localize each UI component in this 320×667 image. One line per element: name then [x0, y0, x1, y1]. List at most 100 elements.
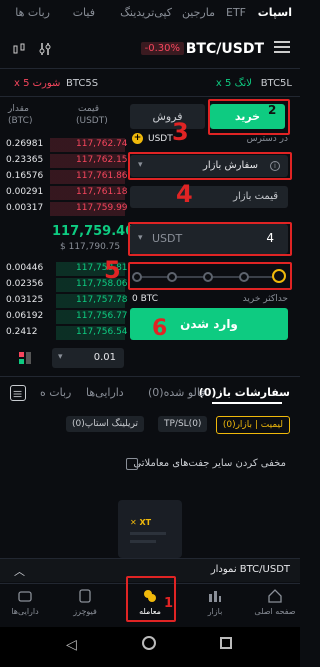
annotation-box-order-type [128, 152, 292, 180]
annotation-number: 3 [172, 118, 189, 146]
chevron-up-icon[interactable]: ︿ [14, 563, 25, 579]
bid-price: 117,757.78 [76, 295, 128, 305]
ask-qty: 0.26981 [6, 139, 44, 149]
active-tab-indicator [212, 402, 282, 404]
nav-assets[interactable]: دارایی‌ها [0, 588, 50, 616]
candle-chart-icon[interactable] [12, 42, 26, 56]
ob-header-qty: مقدار [8, 104, 29, 114]
bid-qty: 0.02356 [6, 279, 44, 289]
back-icon[interactable]: ◁ [66, 637, 77, 653]
home-circle-icon[interactable] [142, 636, 156, 650]
tab-bots[interactable]: ربات ه [40, 386, 71, 399]
bid-qty: 0.03125 [6, 295, 44, 305]
ask-row[interactable]: 0.16576 117,761.86 [0, 170, 128, 184]
ask-price: 117,761.86 [76, 171, 128, 181]
ask-price: 117,762.15 [76, 155, 128, 165]
ask-qty: 0.23365 [6, 155, 44, 165]
filter-tpsl[interactable]: TP/SL(0) [158, 416, 208, 432]
nav-markets[interactable]: بازار [190, 588, 240, 616]
bid-row[interactable]: 0.03125 117,757.78 [0, 294, 128, 308]
annotation-box-amount [128, 222, 292, 256]
last-price: 117,759.40 [52, 224, 135, 239]
recents-icon[interactable] [220, 637, 232, 649]
last-price-usd: $ 117,790.75 [60, 242, 121, 252]
bid-qty: 0.2412 [6, 327, 38, 337]
tab-bots[interactable]: ربات ها [15, 6, 50, 19]
ask-qty: 0.00291 [6, 187, 44, 197]
nav-home-label: صفحه اصلی [254, 607, 296, 616]
tab-margin[interactable]: مارجین [182, 6, 215, 19]
home-icon [268, 589, 282, 603]
annotation-number: 2 [268, 103, 277, 117]
order-list-icon[interactable] [10, 385, 26, 401]
available-label: در دسترس [246, 134, 288, 144]
market-price-field: قیمت بازار [130, 186, 288, 208]
btc5s-label[interactable]: BTC5S [66, 78, 98, 89]
min-buy-label: حداکثر خرید [242, 294, 288, 304]
nav-markets-label: بازار [207, 607, 223, 616]
ask-row[interactable]: 0.26981 117,762.74 [0, 138, 128, 152]
futures-icon [79, 589, 91, 603]
system-nav-bar: ◁ [0, 627, 300, 667]
ask-row[interactable]: 0.23365 117,762.15 [0, 154, 128, 168]
annotation-number: 4 [176, 180, 193, 208]
tab-copy-trading[interactable]: کپی‌تریدینگ [120, 6, 172, 19]
ob-header-qty-unit: (BTC) [8, 116, 33, 126]
add-funds-icon[interactable]: + [132, 133, 143, 144]
annotation-number: 6 [152, 316, 168, 341]
ask-qty: 0.00317 [6, 203, 44, 213]
ask-price: 117,759.99 [76, 203, 128, 213]
tab-fiat[interactable]: فیات [73, 6, 95, 19]
ob-header-price-unit: (USDT) [76, 116, 108, 126]
tab-spot[interactable]: اسپات [258, 6, 292, 19]
tab-sell[interactable]: فروش [130, 104, 205, 129]
filter-limit-market[interactable]: لیمیت | بازار(0) [215, 416, 290, 434]
tick-select[interactable]: ▾ 0.01 [52, 348, 124, 368]
menu-icon[interactable] [274, 40, 290, 54]
market-price-label: قیمت بازار [233, 191, 278, 202]
tab-etf[interactable]: ETF [226, 6, 246, 19]
chart-bar-label: نمودار BTC/USDT [210, 564, 290, 575]
nav-futures-label: فیوچرز [73, 607, 97, 616]
tab-followed[interactable]: فالو شده(0) [148, 386, 205, 399]
bid-qty: 0.06192 [6, 311, 44, 321]
settings-sliders-icon[interactable] [38, 42, 52, 56]
empty-state-icon: ✕ XT [118, 500, 182, 558]
placeholder-line [130, 532, 166, 535]
top-nav: اسپات ETF مارجین کپی‌تریدینگ فیات ربات ه… [0, 0, 300, 28]
bid-row[interactable]: 0.06192 117,756.77 [0, 310, 128, 324]
ob-header-price: قیمت [78, 104, 100, 114]
btc5l-label[interactable]: BTC5L [261, 78, 292, 89]
tab-assets[interactable]: دارایی‌ها [86, 386, 124, 399]
change-badge: -0.30% [140, 42, 184, 55]
long-label[interactable]: x 5 لانگ [216, 78, 252, 89]
ask-row[interactable]: 0.00291 117,761.18 [0, 186, 128, 200]
short-label[interactable]: x 5 شورت [14, 78, 60, 89]
bid-qty: 0.00446 [6, 263, 44, 273]
bid-price: 117,756.77 [76, 311, 128, 321]
orderbook-view-icon[interactable] [18, 350, 32, 364]
hide-pairs-checkbox[interactable] [126, 458, 138, 470]
chevron-down-icon: ▾ [58, 352, 63, 362]
min-buy-value: 0 BTC [132, 294, 159, 304]
pair-title[interactable]: BTC/USDT [186, 41, 264, 57]
annotation-number: 1 [164, 596, 174, 611]
placeholder-line [130, 540, 156, 543]
bid-row[interactable]: 0.2412 117,756.54 [0, 326, 128, 340]
nav-futures[interactable]: فیوچرز [60, 588, 110, 616]
wallet-icon [18, 591, 32, 602]
annotation-number: 5 [104, 256, 121, 284]
market-icon [209, 591, 221, 602]
nav-assets-label: دارایی‌ها [11, 607, 39, 616]
filter-trailing-stop[interactable]: تریلینگ استاپ(0) [66, 416, 145, 432]
ask-qty: 0.16576 [6, 171, 44, 181]
bid-price: 117,756.54 [76, 327, 128, 337]
ask-price: 117,761.18 [76, 187, 128, 197]
annotation-box-slider [128, 262, 292, 290]
xt-logo: ✕ XT [130, 518, 152, 527]
tab-open-orders[interactable]: سفارشات باز(0) [199, 386, 290, 399]
annotation-box-buy [208, 99, 290, 135]
nav-home[interactable]: صفحه اصلی [250, 588, 300, 616]
ask-price: 117,762.74 [76, 139, 128, 149]
ask-row[interactable]: 0.00317 117,759.99 [0, 202, 128, 216]
